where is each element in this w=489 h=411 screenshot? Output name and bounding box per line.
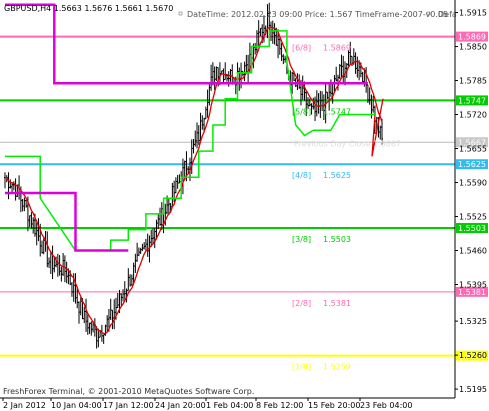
- murrey-level-label: [1/8]: [292, 363, 311, 372]
- price-tick-label: 1.5590: [459, 179, 487, 188]
- murrey-level-value: 1.5259: [323, 363, 351, 372]
- price-tag-label: 1.5869: [458, 33, 486, 42]
- time-tick-label: 2 Jan 2012: [3, 401, 46, 410]
- murrey-level-value: 1.5381: [323, 299, 351, 308]
- time-tick-label: 17 Jan 12:00: [103, 401, 154, 410]
- price-tag-label: 1.5747: [458, 96, 486, 105]
- price-tick-label: 1.5915: [459, 9, 487, 18]
- symbol-line: GBPUSD,H4 1.5663 1.5676 1.5661 1.5670: [4, 4, 173, 13]
- price-tick-label: 1.5325: [459, 317, 487, 326]
- murrey-level-label: [6/8]: [292, 44, 311, 53]
- price-tick-label: 1.5720: [459, 111, 487, 120]
- time-tick-label: 23 Feb 04:00: [360, 401, 412, 410]
- murrey-level-label: [3/8]: [292, 235, 311, 244]
- time-tick-label: 1 Feb 04:00: [206, 401, 253, 410]
- price-chart[interactable]: [6/8] 1.5869 1.5869 [5/8] 1.5747 1.5747 [4/8] 1…: [0, 0, 489, 411]
- price-tick-label: 1.5785: [459, 77, 487, 86]
- price-tick-label: 1.5460: [459, 247, 487, 256]
- murrey-level-value: 1.5503: [323, 235, 351, 244]
- murrey-level-value: 1.5747: [323, 107, 351, 116]
- time-tick-label: 10 Jan 04:00: [51, 401, 102, 410]
- murrey-level-label: [4/8]: [292, 171, 311, 180]
- time-tick-label: 24 Jan 20:00: [155, 401, 206, 410]
- price-tick-label: 1.5655: [459, 145, 487, 154]
- info-line: DateTime: 2012.02.23 09:00 Price: 1.567 …: [187, 10, 448, 19]
- price-tick-label: 1.5260: [459, 351, 487, 360]
- time-tick-label: 15 Feb 20:00: [308, 401, 360, 410]
- chart-window[interactable]: [6/8] 1.5869 1.5869 [5/8] 1.5747 1.5747 [4/8] 1…: [0, 0, 489, 411]
- murrey-level-label: [2/8]: [292, 299, 311, 308]
- murrey-level-value: 1.5625: [323, 171, 351, 180]
- corner-text: Defa: [438, 10, 457, 19]
- murrey-level-label: [5/8]: [292, 107, 311, 116]
- murrey-level-value: 1.5869: [323, 44, 351, 53]
- copyright-footer: FreshForex Terminal, © 2001-2010 MetaQuo…: [3, 387, 254, 396]
- price-tag-label: 1.5625: [458, 160, 486, 169]
- price-tick-label: 1.5195: [459, 385, 487, 394]
- price-tick-label: 1.5395: [459, 281, 487, 290]
- price-tick-label: 1.5525: [459, 213, 487, 222]
- price-tag-label: 1.5503: [458, 224, 486, 233]
- time-tick-label: 8 Feb 12:00: [256, 401, 303, 410]
- price-tick-label: 1.5850: [459, 43, 487, 52]
- previous-close-label: Previous Day Close 1.5667: [294, 139, 401, 148]
